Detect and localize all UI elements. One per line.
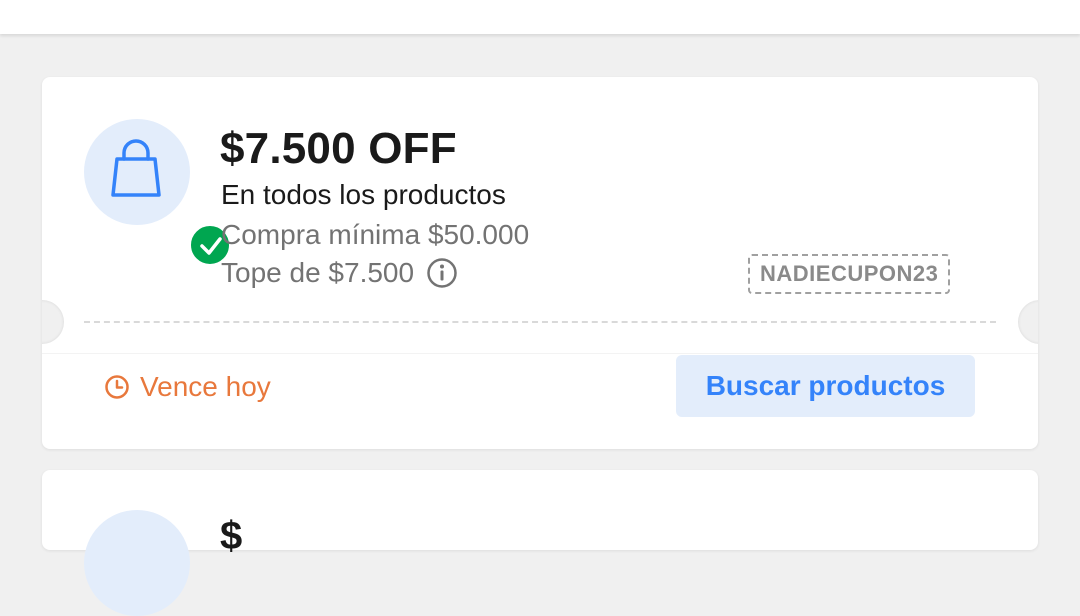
- coupon-code: NADIECUPON23: [748, 254, 951, 294]
- coupon-amount: $7.500 OFF: [220, 124, 457, 173]
- ticket-divider: [84, 321, 996, 323]
- coupon-card: $7.500 OFF En todos los productos Compra…: [42, 77, 1038, 449]
- ticket-notch-left: [42, 300, 64, 344]
- coupon-expiry-label: Vence hoy: [140, 371, 271, 402]
- next-coupon-card: $: [42, 470, 1038, 616]
- footer-separator: [42, 353, 1038, 354]
- coupon-expiry: Vence hoy: [104, 369, 271, 405]
- next-coupon-amount: $: [220, 514, 243, 558]
- coupon-cap: Tope de $7.500: [221, 257, 415, 288]
- next-coupon-avatar: [84, 510, 190, 616]
- clock-icon: [105, 375, 129, 399]
- info-icon[interactable]: [426, 257, 458, 289]
- coupon-scope: En todos los productos: [221, 179, 506, 210]
- coupon-minimum-purchase: Compra mínima $50.000: [221, 219, 530, 250]
- coupon-avatar: [84, 119, 232, 267]
- top-navigation-bar: [0, 0, 1080, 34]
- ticket-notch-right: [1018, 300, 1038, 344]
- shopping-bag-icon: [111, 139, 161, 197]
- search-products-button[interactable]: Buscar productos: [676, 355, 975, 417]
- coupon-cap-row: Tope de $7.500: [221, 255, 458, 291]
